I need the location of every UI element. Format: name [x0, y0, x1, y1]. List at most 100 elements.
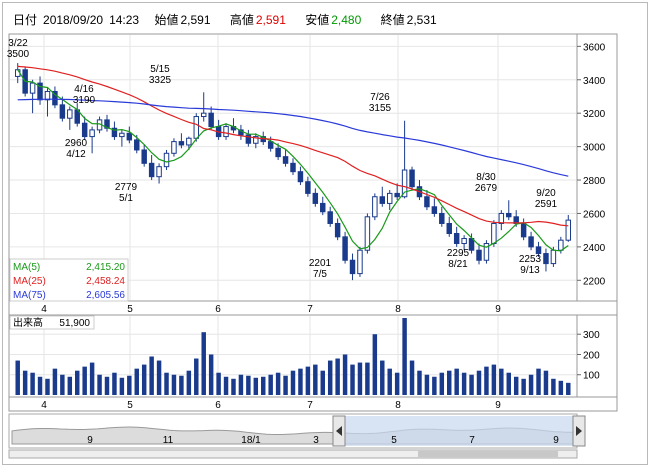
- candle-body: [334, 222, 341, 238]
- candle-body: [282, 156, 289, 164]
- volume-bar: [536, 368, 541, 395]
- volume-bar: [223, 376, 229, 395]
- candle-body: [372, 196, 378, 218]
- volume-bar: [275, 372, 281, 395]
- candle-body: [357, 249, 363, 275]
- candle-body: [193, 116, 200, 139]
- price-tick-label: 3600: [583, 42, 606, 53]
- volume-bar: [551, 378, 556, 395]
- candle-body: [126, 132, 133, 141]
- volume-bar: [417, 370, 422, 395]
- scrollbar-thumb[interactable]: [418, 451, 558, 457]
- volume-bar: [447, 370, 452, 395]
- volume-bar: [320, 370, 325, 395]
- volume-bar: [380, 360, 385, 395]
- legend-ma25-value: 2,458.24: [86, 276, 125, 287]
- x-axis-band-2: [8, 396, 618, 412]
- candle-body: [305, 181, 311, 194]
- price-annotation-bottom: 7/5: [313, 269, 327, 280]
- price-annotation-top: 7/26: [370, 92, 390, 103]
- navigator-tick-label: 18/1: [241, 435, 261, 446]
- price-tick-label: 2200: [583, 276, 606, 287]
- volume-bar: [268, 374, 273, 395]
- volume-bar: [513, 376, 519, 395]
- candle-body: [208, 112, 214, 128]
- legend-ma5-value: 2,415.20: [86, 262, 125, 273]
- volume-bar: [208, 354, 214, 395]
- candle-body: [446, 222, 452, 235]
- candle-body: [320, 202, 326, 213]
- candle-body: [528, 236, 534, 248]
- volume-bar: [171, 374, 177, 395]
- candle-body: [498, 212, 505, 224]
- volume-bar: [372, 334, 378, 395]
- candle-body: [550, 249, 557, 265]
- volume-bar: [357, 362, 363, 395]
- candle-body: [543, 253, 549, 265]
- candle-body: [156, 166, 162, 178]
- price-annotation-top: 2779: [115, 182, 138, 193]
- volume-bar: [141, 364, 147, 395]
- volume-bar: [149, 356, 154, 395]
- price-annotation-top: 2253: [519, 254, 542, 265]
- price-annotation-top: 8/30: [476, 172, 496, 183]
- candle-body: [520, 222, 527, 238]
- navigator-selection[interactable]: [341, 416, 575, 446]
- volume-bar: [261, 376, 266, 395]
- volume-bar: [439, 372, 445, 395]
- volume-bar: [469, 374, 474, 395]
- volume-bar: [305, 366, 311, 395]
- volume-value: 51,900: [59, 318, 90, 329]
- volume-bar: [201, 332, 206, 395]
- price-annotation-top: 2960: [65, 138, 88, 149]
- candle-body: [67, 109, 73, 119]
- x-tick-label: 6: [215, 400, 221, 411]
- price-tick-label: 2400: [583, 243, 606, 254]
- volume-bar: [566, 382, 571, 395]
- volume-bar: [365, 362, 370, 395]
- volume-bar: [454, 368, 459, 395]
- volume-bar: [491, 364, 497, 395]
- candle-body: [409, 169, 415, 188]
- x-tick-label: 8: [395, 400, 401, 411]
- volume-bar: [186, 370, 192, 395]
- volume-bar: [134, 368, 139, 395]
- x-tick-label: 5: [127, 304, 133, 315]
- candle-body: [312, 192, 319, 204]
- navigator-tick-label: 9: [553, 435, 559, 446]
- volume-bar: [350, 364, 355, 395]
- candle-body: [81, 122, 88, 138]
- price-annotation-top: 5/15: [150, 64, 170, 75]
- volume-bar: [75, 370, 80, 395]
- candle-body: [394, 192, 400, 198]
- candle-body: [327, 211, 333, 224]
- volume-bar: [238, 374, 244, 395]
- volume-bar: [283, 375, 288, 395]
- candle-body: [141, 149, 147, 164]
- candle-body: [476, 249, 482, 261]
- volume-bar: [179, 375, 184, 395]
- candle-body: [565, 219, 572, 241]
- x-tick-label: 8: [395, 304, 401, 315]
- navigator-left-handle[interactable]: [332, 415, 346, 447]
- volume-tick-label: 100: [583, 371, 600, 382]
- volume-bar: [335, 358, 340, 395]
- candle-body: [200, 112, 207, 118]
- legend-ma75-value: 2,605.56: [86, 290, 125, 301]
- candle-body: [491, 222, 497, 245]
- volume-bar: [37, 376, 43, 395]
- price-annotation-bottom: 2679: [475, 183, 498, 194]
- volume-bar: [476, 370, 482, 395]
- volume-tick-label: 300: [583, 330, 600, 341]
- navigator-tick-label: 5: [391, 435, 397, 446]
- price-annotation-bottom: 2591: [535, 199, 558, 210]
- stock-chart: 3600 3400 3200 3000 2800 2600 2400 2200 300 200 1…: [7, 33, 618, 459]
- candle-body: [44, 90, 51, 101]
- navigator-right-handle[interactable]: [572, 415, 586, 447]
- volume-bar: [97, 374, 102, 395]
- x-tick-label: 6: [215, 304, 221, 315]
- price-tick-label: 3400: [583, 76, 606, 87]
- candle-body: [379, 196, 386, 204]
- candle-body: [29, 82, 36, 94]
- candle-body: [186, 137, 192, 146]
